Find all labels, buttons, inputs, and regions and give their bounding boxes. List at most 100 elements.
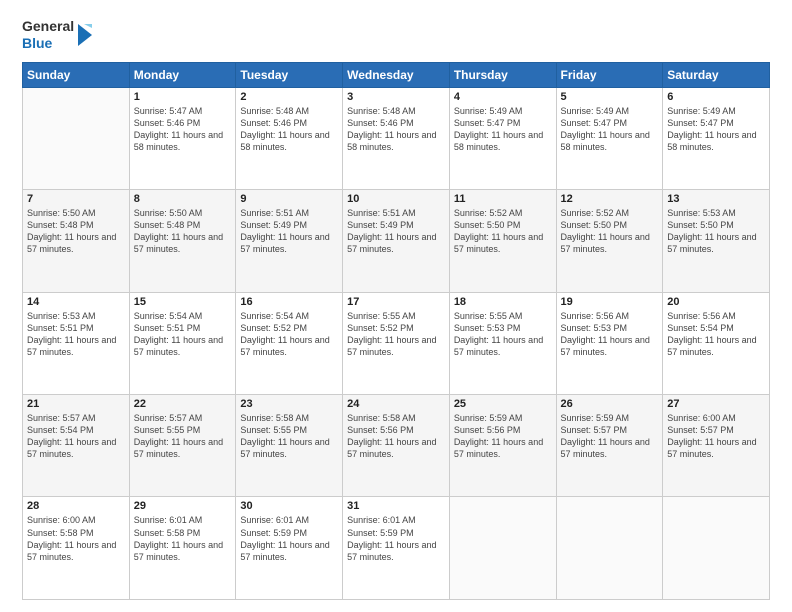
calendar-cell: 19 Sunrise: 5:56 AM Sunset: 5:53 PM Dayl… [556,292,663,394]
calendar-day-header: Thursday [449,62,556,87]
calendar-cell: 11 Sunrise: 5:52 AM Sunset: 5:50 PM Dayl… [449,190,556,292]
cell-info: Sunrise: 5:59 AM Sunset: 5:56 PM Dayligh… [454,413,543,459]
calendar-cell: 7 Sunrise: 5:50 AM Sunset: 5:48 PM Dayli… [23,190,130,292]
calendar-cell: 3 Sunrise: 5:48 AM Sunset: 5:46 PM Dayli… [343,87,450,189]
calendar-cell: 6 Sunrise: 5:49 AM Sunset: 5:47 PM Dayli… [663,87,770,189]
cell-day-number: 7 [27,193,125,205]
cell-info: Sunrise: 5:49 AM Sunset: 5:47 PM Dayligh… [667,106,756,152]
cell-day-number: 6 [667,91,765,103]
calendar-cell: 17 Sunrise: 5:55 AM Sunset: 5:52 PM Dayl… [343,292,450,394]
cell-day-number: 17 [347,296,445,308]
cell-day-number: 9 [240,193,338,205]
calendar-cell: 24 Sunrise: 5:58 AM Sunset: 5:56 PM Dayl… [343,395,450,497]
calendar-cell: 12 Sunrise: 5:52 AM Sunset: 5:50 PM Dayl… [556,190,663,292]
cell-info: Sunrise: 5:50 AM Sunset: 5:48 PM Dayligh… [134,208,223,254]
calendar-week-row: 28 Sunrise: 6:00 AM Sunset: 5:58 PM Dayl… [23,497,770,600]
cell-info: Sunrise: 5:47 AM Sunset: 5:46 PM Dayligh… [134,106,223,152]
cell-info: Sunrise: 5:52 AM Sunset: 5:50 PM Dayligh… [454,208,543,254]
calendar-cell: 14 Sunrise: 5:53 AM Sunset: 5:51 PM Dayl… [23,292,130,394]
cell-day-number: 31 [347,500,445,512]
cell-info: Sunrise: 5:50 AM Sunset: 5:48 PM Dayligh… [27,208,116,254]
calendar-cell: 2 Sunrise: 5:48 AM Sunset: 5:46 PM Dayli… [236,87,343,189]
cell-info: Sunrise: 6:00 AM Sunset: 5:58 PM Dayligh… [27,515,116,561]
calendar-cell: 1 Sunrise: 5:47 AM Sunset: 5:46 PM Dayli… [129,87,236,189]
calendar-cell: 4 Sunrise: 5:49 AM Sunset: 5:47 PM Dayli… [449,87,556,189]
cell-info: Sunrise: 6:00 AM Sunset: 5:57 PM Dayligh… [667,413,756,459]
cell-info: Sunrise: 5:55 AM Sunset: 5:53 PM Dayligh… [454,311,543,357]
cell-day-number: 10 [347,193,445,205]
cell-day-number: 26 [561,398,659,410]
cell-info: Sunrise: 5:54 AM Sunset: 5:51 PM Dayligh… [134,311,223,357]
calendar-cell: 5 Sunrise: 5:49 AM Sunset: 5:47 PM Dayli… [556,87,663,189]
cell-day-number: 1 [134,91,232,103]
cell-day-number: 25 [454,398,552,410]
cell-info: Sunrise: 6:01 AM Sunset: 5:58 PM Dayligh… [134,515,223,561]
calendar-cell: 18 Sunrise: 5:55 AM Sunset: 5:53 PM Dayl… [449,292,556,394]
cell-day-number: 21 [27,398,125,410]
calendar-day-header: Tuesday [236,62,343,87]
calendar-week-row: 1 Sunrise: 5:47 AM Sunset: 5:46 PM Dayli… [23,87,770,189]
cell-day-number: 5 [561,91,659,103]
calendar-cell: 13 Sunrise: 5:53 AM Sunset: 5:50 PM Dayl… [663,190,770,292]
cell-info: Sunrise: 6:01 AM Sunset: 5:59 PM Dayligh… [347,515,436,561]
logo: General Blue [22,18,96,52]
calendar-cell: 21 Sunrise: 5:57 AM Sunset: 5:54 PM Dayl… [23,395,130,497]
cell-day-number: 3 [347,91,445,103]
cell-day-number: 15 [134,296,232,308]
calendar-cell [449,497,556,600]
cell-day-number: 24 [347,398,445,410]
calendar-cell: 26 Sunrise: 5:59 AM Sunset: 5:57 PM Dayl… [556,395,663,497]
cell-info: Sunrise: 5:53 AM Sunset: 5:50 PM Dayligh… [667,208,756,254]
cell-info: Sunrise: 5:53 AM Sunset: 5:51 PM Dayligh… [27,311,116,357]
cell-day-number: 28 [27,500,125,512]
calendar-cell: 8 Sunrise: 5:50 AM Sunset: 5:48 PM Dayli… [129,190,236,292]
logo-chevron-icon [76,20,96,50]
cell-info: Sunrise: 5:57 AM Sunset: 5:55 PM Dayligh… [134,413,223,459]
calendar-cell: 16 Sunrise: 5:54 AM Sunset: 5:52 PM Dayl… [236,292,343,394]
calendar-cell: 9 Sunrise: 5:51 AM Sunset: 5:49 PM Dayli… [236,190,343,292]
cell-day-number: 23 [240,398,338,410]
cell-info: Sunrise: 5:59 AM Sunset: 5:57 PM Dayligh… [561,413,650,459]
cell-day-number: 16 [240,296,338,308]
cell-info: Sunrise: 5:48 AM Sunset: 5:46 PM Dayligh… [347,106,436,152]
calendar-cell: 27 Sunrise: 6:00 AM Sunset: 5:57 PM Dayl… [663,395,770,497]
cell-info: Sunrise: 5:55 AM Sunset: 5:52 PM Dayligh… [347,311,436,357]
cell-day-number: 29 [134,500,232,512]
cell-info: Sunrise: 5:54 AM Sunset: 5:52 PM Dayligh… [240,311,329,357]
calendar-cell: 29 Sunrise: 6:01 AM Sunset: 5:58 PM Dayl… [129,497,236,600]
calendar-day-header: Monday [129,62,236,87]
cell-day-number: 8 [134,193,232,205]
cell-info: Sunrise: 5:56 AM Sunset: 5:54 PM Dayligh… [667,311,756,357]
calendar-cell [663,497,770,600]
cell-day-number: 18 [454,296,552,308]
calendar-cell: 20 Sunrise: 5:56 AM Sunset: 5:54 PM Dayl… [663,292,770,394]
cell-day-number: 27 [667,398,765,410]
calendar-day-header: Wednesday [343,62,450,87]
calendar-cell: 23 Sunrise: 5:58 AM Sunset: 5:55 PM Dayl… [236,395,343,497]
calendar-day-header: Saturday [663,62,770,87]
calendar-cell [556,497,663,600]
cell-info: Sunrise: 5:49 AM Sunset: 5:47 PM Dayligh… [454,106,543,152]
cell-day-number: 14 [27,296,125,308]
cell-info: Sunrise: 5:52 AM Sunset: 5:50 PM Dayligh… [561,208,650,254]
calendar-cell: 28 Sunrise: 6:00 AM Sunset: 5:58 PM Dayl… [23,497,130,600]
calendar-day-header: Sunday [23,62,130,87]
page: General Blue SundayMondayTuesdayWednesda… [0,0,792,612]
cell-info: Sunrise: 5:57 AM Sunset: 5:54 PM Dayligh… [27,413,116,459]
calendar-header-row: SundayMondayTuesdayWednesdayThursdayFrid… [23,62,770,87]
cell-day-number: 13 [667,193,765,205]
cell-info: Sunrise: 5:48 AM Sunset: 5:46 PM Dayligh… [240,106,329,152]
cell-info: Sunrise: 6:01 AM Sunset: 5:59 PM Dayligh… [240,515,329,561]
calendar-cell: 10 Sunrise: 5:51 AM Sunset: 5:49 PM Dayl… [343,190,450,292]
cell-info: Sunrise: 5:58 AM Sunset: 5:55 PM Dayligh… [240,413,329,459]
cell-day-number: 30 [240,500,338,512]
header: General Blue [22,18,770,52]
cell-day-number: 4 [454,91,552,103]
cell-info: Sunrise: 5:58 AM Sunset: 5:56 PM Dayligh… [347,413,436,459]
calendar-week-row: 7 Sunrise: 5:50 AM Sunset: 5:48 PM Dayli… [23,190,770,292]
cell-day-number: 19 [561,296,659,308]
cell-day-number: 11 [454,193,552,205]
cell-day-number: 12 [561,193,659,205]
cell-info: Sunrise: 5:56 AM Sunset: 5:53 PM Dayligh… [561,311,650,357]
cell-day-number: 2 [240,91,338,103]
